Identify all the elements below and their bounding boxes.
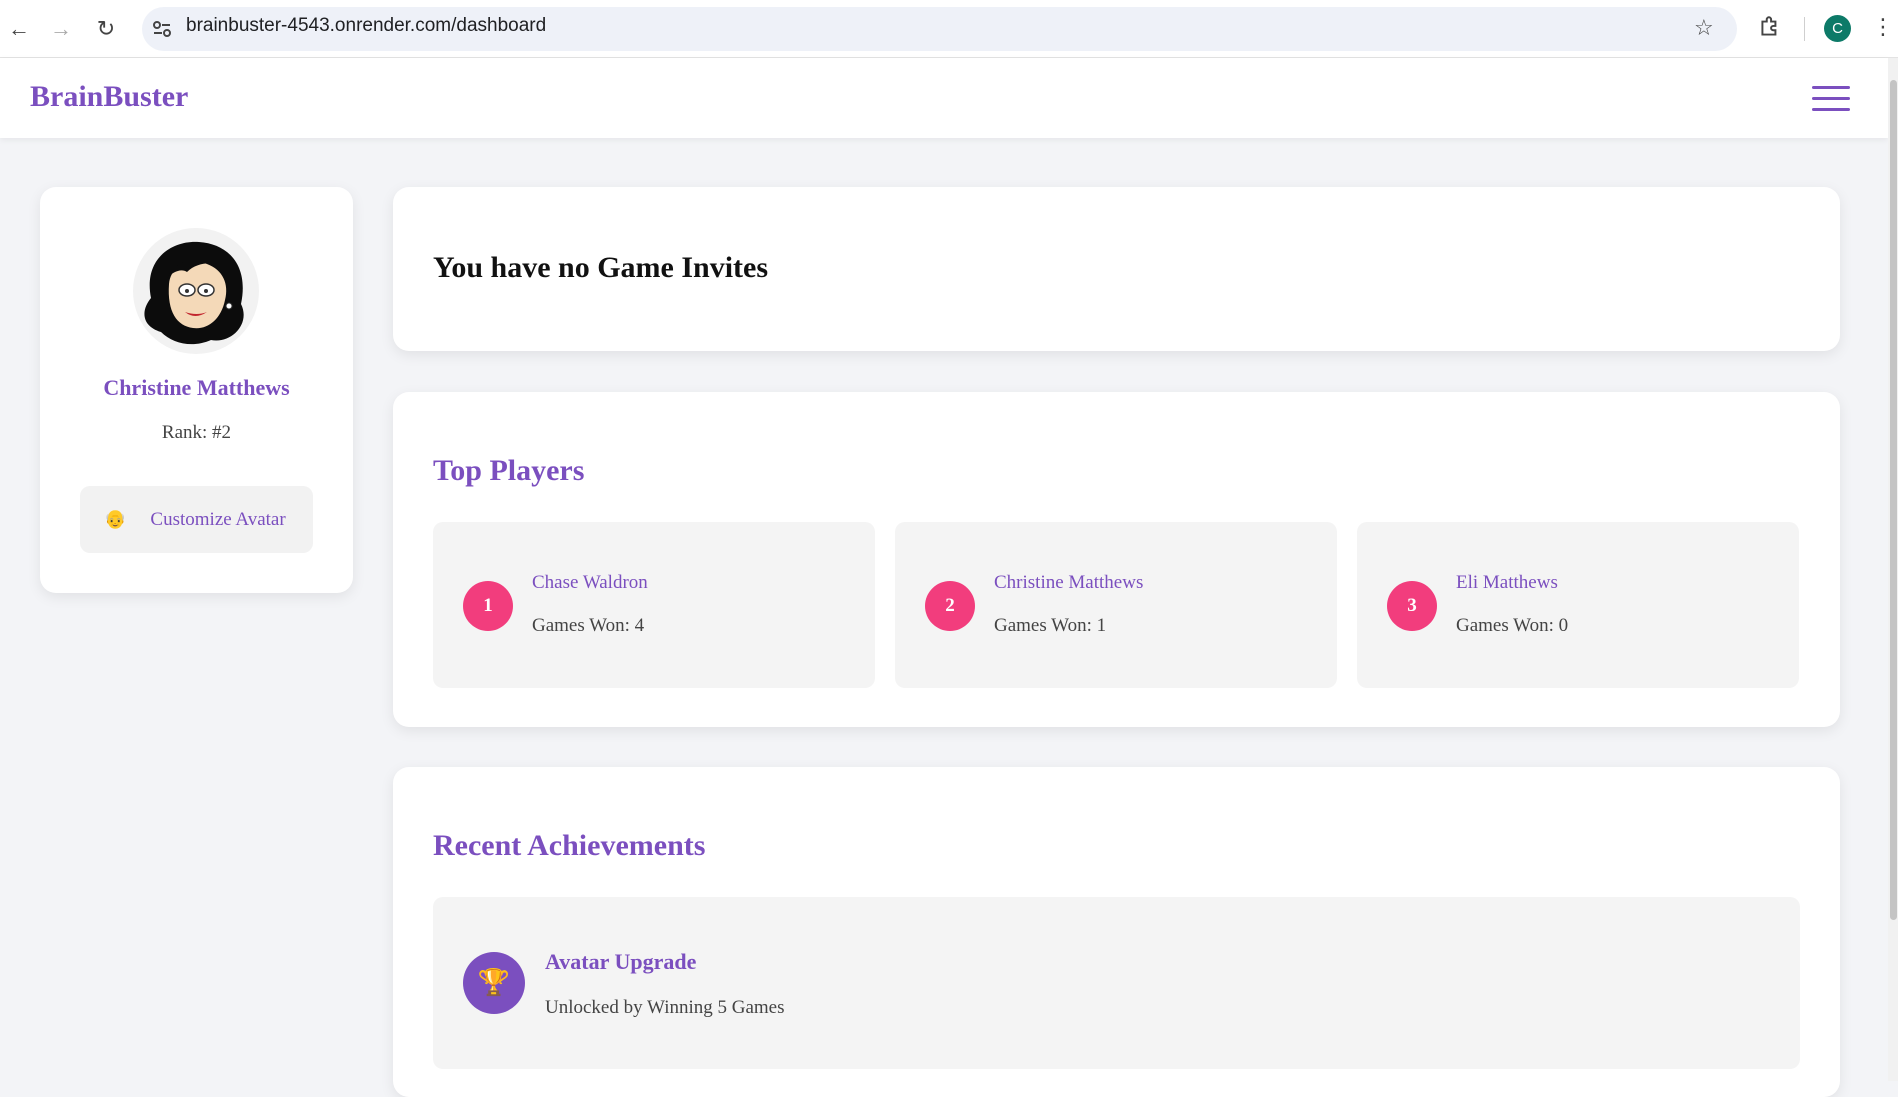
player-name[interactable]: Eli Matthews xyxy=(1456,572,1558,594)
player-name[interactable]: Christine Matthews xyxy=(994,572,1143,594)
achievement-title: Avatar Upgrade xyxy=(545,949,697,974)
game-invites-card: You have no Game Invites xyxy=(393,187,1840,351)
player-games-won: Games Won: 0 xyxy=(1456,615,1569,636)
player-card[interactable]: 1 Chase Waldron Games Won: 4 xyxy=(433,522,875,688)
site-settings-icon[interactable] xyxy=(150,17,174,41)
rank-badge: 3 xyxy=(1387,581,1437,631)
top-players-title: Top Players xyxy=(433,454,585,487)
back-icon[interactable]: ← xyxy=(4,14,34,44)
player-games-won: Games Won: 1 xyxy=(994,615,1107,636)
reload-icon[interactable]: ↻ xyxy=(91,14,121,44)
player-games-won: Games Won: 4 xyxy=(532,615,645,636)
recent-achievements-card: Recent Achievements 🏆 Avatar Upgrade Unl… xyxy=(393,767,1840,1097)
achievement-description: Unlocked by Winning 5 Games xyxy=(545,997,785,1018)
player-card[interactable]: 3 Eli Matthews Games Won: 0 xyxy=(1357,522,1799,688)
toolbar-divider xyxy=(1804,17,1805,41)
player-card[interactable]: 2 Christine Matthews Games Won: 1 xyxy=(895,522,1337,688)
profile-rank: Rank: #2 xyxy=(161,422,232,443)
forward-icon[interactable]: → xyxy=(46,14,76,44)
bookmark-star-icon[interactable]: ☆ xyxy=(1694,15,1714,41)
scrollbar-thumb[interactable] xyxy=(1890,80,1897,920)
rank-badge: 2 xyxy=(925,581,975,631)
customize-avatar-button[interactable]: 👴 Customize Avatar xyxy=(80,486,313,553)
url-text[interactable]: brainbuster-4543.onrender.com/dashboard xyxy=(186,15,546,37)
player-name[interactable]: Chase Waldron xyxy=(532,572,648,594)
achievement-item: 🏆 Avatar Upgrade Unlocked by Winning 5 G… xyxy=(433,897,1800,1069)
game-invites-title: You have no Game Invites xyxy=(433,251,769,284)
browser-menu-icon[interactable]: ⋮ xyxy=(1872,14,1894,40)
extensions-icon[interactable] xyxy=(1757,14,1783,40)
hamburger-menu-icon[interactable] xyxy=(1812,86,1850,112)
browser-profile-avatar[interactable]: C xyxy=(1824,15,1851,42)
recent-achievements-title: Recent Achievements xyxy=(433,829,706,862)
top-players-card: Top Players 1 Chase Waldron Games Won: 4… xyxy=(393,392,1840,727)
rank-badge: 1 xyxy=(463,581,513,631)
profile-card: Christine Matthews Rank: #2 👴 Customize … xyxy=(40,187,353,593)
brand-logo[interactable]: BrainBuster xyxy=(30,80,188,114)
avatar-face-icon: 👴 xyxy=(104,509,127,529)
app-header: BrainBuster xyxy=(0,58,1888,138)
profile-name: Christine Matthews xyxy=(103,375,290,400)
browser-toolbar: ← → ↻ brainbuster-4543.onrender.com/dash… xyxy=(0,0,1898,58)
user-avatar xyxy=(133,228,259,354)
trophy-icon: 🏆 xyxy=(463,952,525,1014)
customize-avatar-label: Customize Avatar xyxy=(150,508,286,530)
